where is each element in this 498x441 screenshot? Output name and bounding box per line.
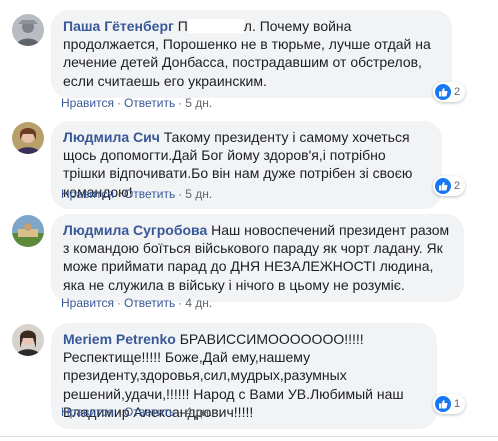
like-link[interactable]: Нравится	[61, 405, 114, 419]
comment-actions: Нравится · Ответить · 5 дн.	[61, 187, 213, 201]
comment-time[interactable]: 4 дн.	[185, 405, 212, 419]
like-icon	[435, 396, 451, 412]
comment-text-start: П	[177, 18, 188, 34]
reaction-count[interactable]: 2	[433, 82, 466, 102]
comment-author[interactable]: Паша Гётенберг	[63, 18, 174, 34]
comment-actions: Нравится · Ответить · 4 дн.	[61, 296, 213, 310]
comment-time[interactable]: 5 дн.	[185, 187, 212, 201]
comment-time[interactable]: 4 дн.	[185, 296, 212, 310]
reaction-count[interactable]: 1	[433, 394, 466, 414]
comment-actions: Нравится · Ответить · 5 дн.	[61, 96, 213, 110]
avatar[interactable]	[12, 122, 44, 154]
reaction-count-value: 1	[454, 398, 461, 410]
reaction-count[interactable]: 2	[433, 176, 466, 196]
redaction-box	[187, 19, 244, 33]
reaction-count-value: 2	[454, 180, 461, 192]
avatar[interactable]	[12, 324, 44, 356]
comment-author[interactable]: Людмила Сугробова	[63, 222, 207, 238]
like-link[interactable]: Нравится	[61, 296, 114, 310]
comment-bubble: Людмила Сугробова Наш новоспечений прези…	[51, 214, 464, 302]
reply-link[interactable]: Ответить	[124, 96, 175, 110]
avatar[interactable]	[12, 14, 44, 46]
comment-author[interactable]: Meriem Petrenko	[63, 331, 176, 347]
comment-author[interactable]: Людмила Сич	[63, 129, 160, 145]
reply-link[interactable]: Ответить	[124, 296, 175, 310]
reply-link[interactable]: Ответить	[124, 187, 175, 201]
comment-actions: Нравится · Ответить · 4 дн.	[61, 405, 213, 419]
like-link[interactable]: Нравится	[61, 96, 114, 110]
like-link[interactable]: Нравится	[61, 187, 114, 201]
avatar[interactable]	[12, 215, 44, 247]
divider	[0, 436, 498, 437]
reaction-count-value: 2	[454, 86, 461, 98]
like-icon	[435, 84, 451, 100]
comment-bubble: Паша Гётенберг Пл. Почему война продолжа…	[51, 10, 452, 98]
comment-time[interactable]: 5 дн.	[185, 96, 212, 110]
reply-link[interactable]: Ответить	[124, 405, 175, 419]
like-icon	[435, 178, 451, 194]
